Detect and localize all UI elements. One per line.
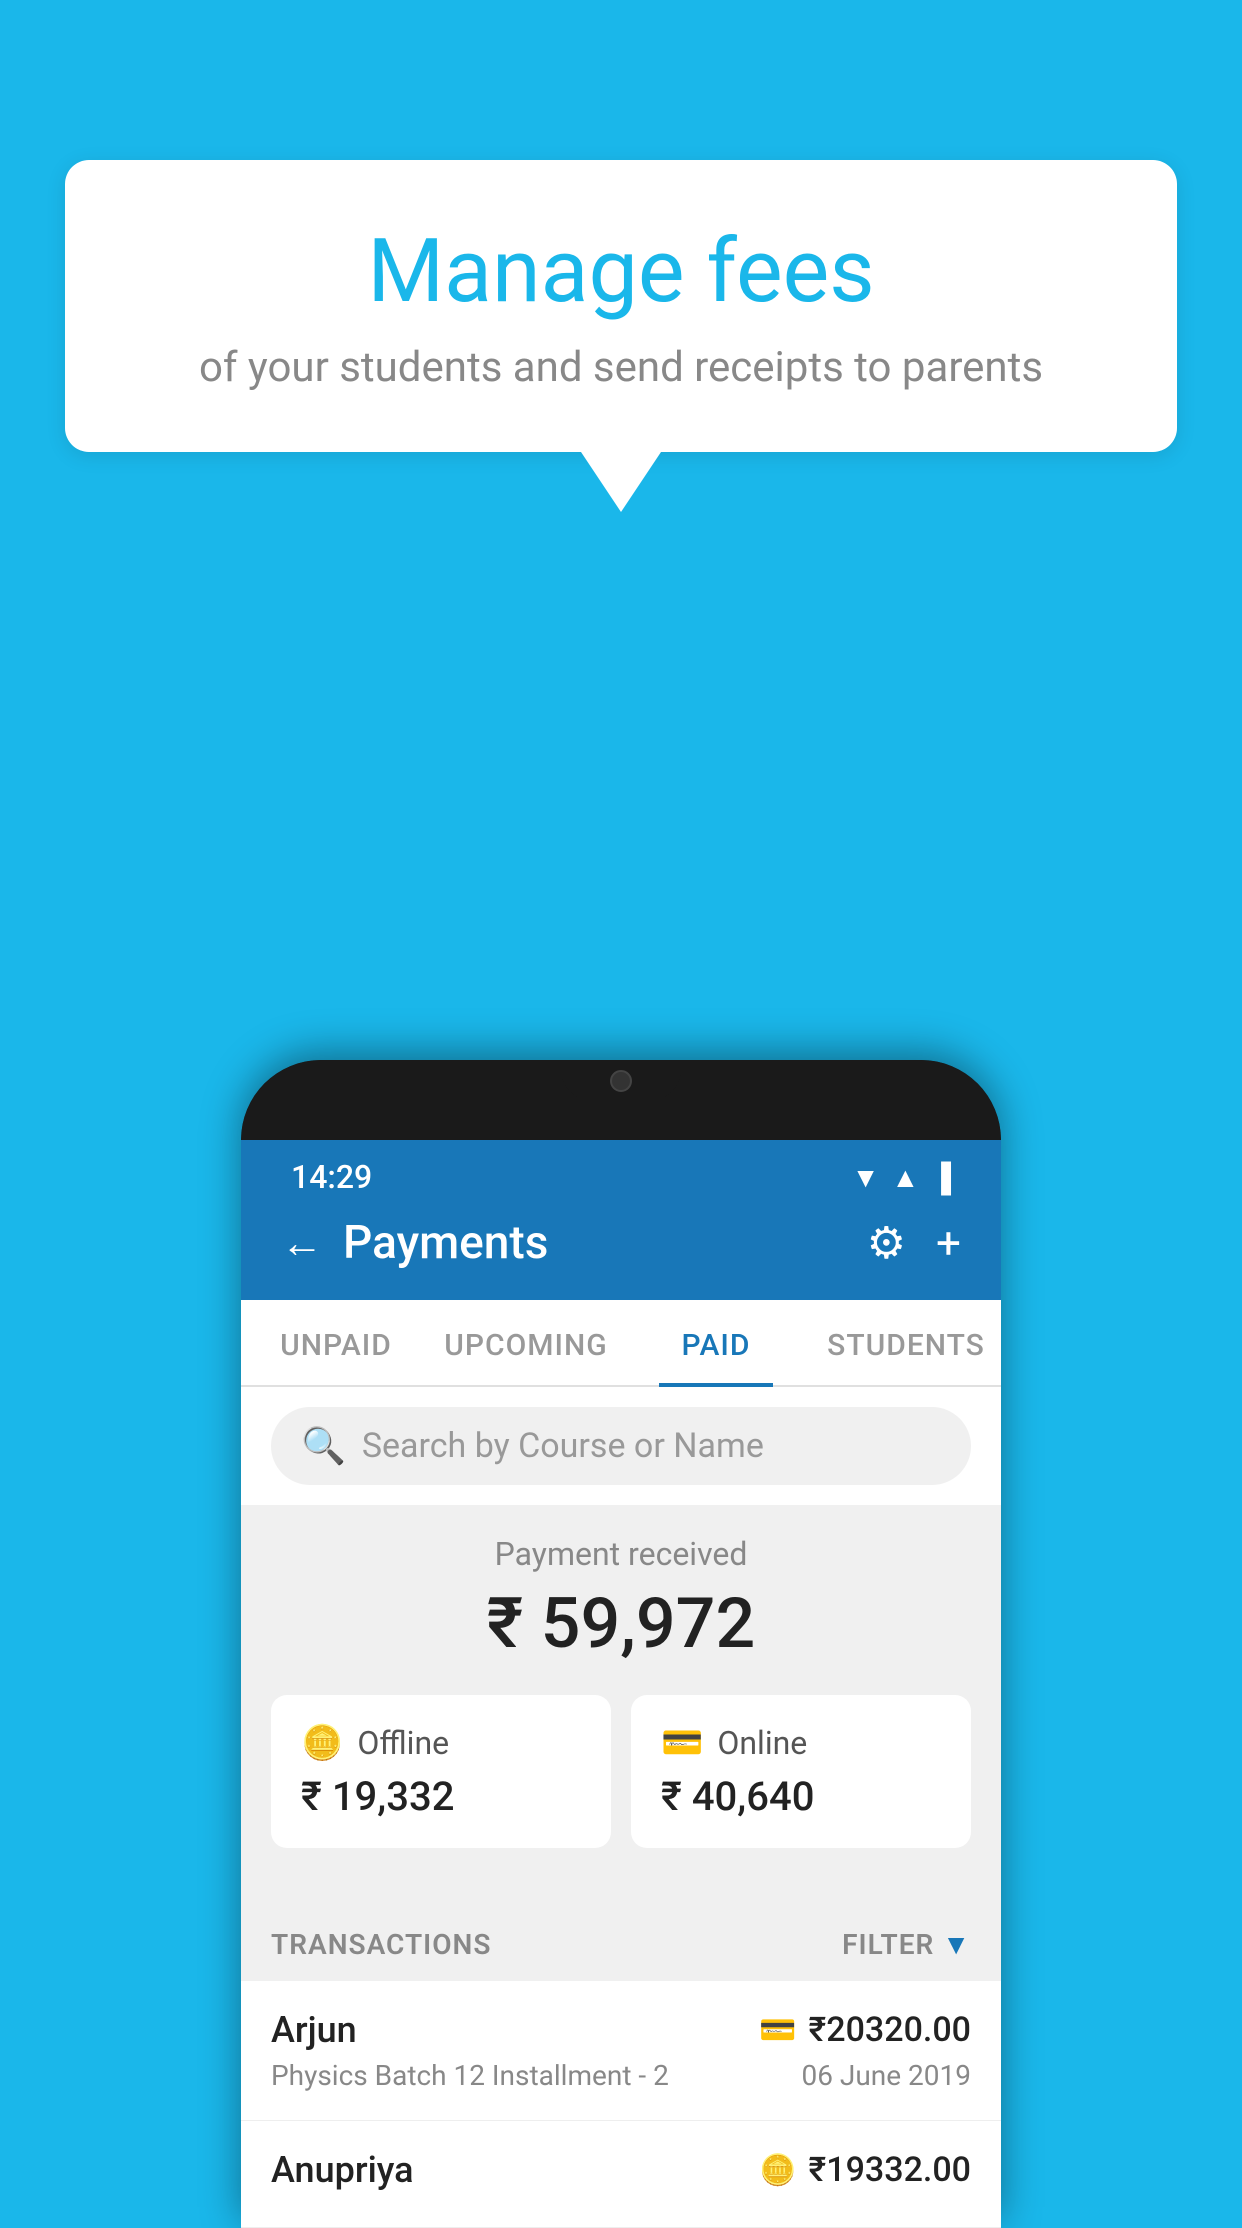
transaction-amount-row: 🪙 ₹19332.00 [759, 2150, 971, 2190]
phone-frame: 14:29 ▼ ▲ ▐ ← Payments ⚙ + UNPAID [241, 1060, 1001, 2228]
add-icon[interactable]: + [936, 1217, 961, 1269]
tab-students[interactable]: STUDENTS [811, 1300, 1001, 1385]
online-card: 💳 Online ₹ 40,640 [631, 1695, 971, 1848]
status-time: 14:29 [291, 1158, 372, 1196]
search-input[interactable]: Search by Course or Name [362, 1426, 764, 1466]
speech-bubble-wrapper: Manage fees of your students and send re… [65, 160, 1177, 512]
card-payment-icon: 💳 [759, 2013, 796, 2048]
transaction-top: Anupriya 🪙 ₹19332.00 [271, 2149, 971, 2191]
header-right: ⚙ + [867, 1217, 961, 1269]
online-card-header: 💳 Online [661, 1723, 941, 1763]
speech-bubble-title: Manage fees [145, 220, 1097, 323]
tab-paid[interactable]: PAID [621, 1300, 811, 1385]
payment-cards-row: 🪙 Offline ₹ 19,332 💳 Online ₹ 40,640 [241, 1695, 1001, 1878]
transaction-top: Arjun 💳 ₹20320.00 [271, 2009, 971, 2051]
payment-received-amount: ₹ 59,972 [241, 1583, 1001, 1665]
filter-icon: ▼ [942, 1928, 971, 1961]
offline-card: 🪙 Offline ₹ 19,332 [271, 1695, 611, 1848]
cash-payment-icon: 🪙 [759, 2153, 796, 2188]
tab-upcoming[interactable]: UPCOMING [431, 1300, 621, 1385]
transaction-name: Anupriya [271, 2149, 414, 2191]
transaction-amount-row: 💳 ₹20320.00 [759, 2010, 971, 2050]
transaction-amount: ₹20320.00 [809, 2010, 971, 2050]
payment-received-label: Payment received [241, 1535, 1001, 1573]
phone-camera [610, 1070, 632, 1092]
transaction-bottom: Physics Batch 12 Installment - 2 06 June… [271, 2059, 971, 2092]
transactions-header: TRANSACTIONS FILTER ▼ [241, 1908, 1001, 1981]
transaction-course: Physics Batch 12 Installment - 2 [271, 2059, 669, 2092]
speech-bubble-subtitle: of your students and send receipts to pa… [145, 343, 1097, 392]
filter-button[interactable]: FILTER ▼ [842, 1928, 971, 1961]
table-row[interactable]: Arjun 💳 ₹20320.00 Physics Batch 12 Insta… [241, 1981, 1001, 2121]
app-screen: 14:29 ▼ ▲ ▐ ← Payments ⚙ + UNPAID [241, 1140, 1001, 2228]
status-icons: ▼ ▲ ▐ [852, 1161, 951, 1194]
speech-bubble-arrow [581, 452, 661, 512]
online-label: Online [717, 1724, 807, 1762]
header-left: ← Payments [281, 1216, 548, 1270]
status-bar: 14:29 ▼ ▲ ▐ [241, 1140, 1001, 1196]
wifi-icon: ▼ [852, 1161, 880, 1194]
online-icon: 💳 [661, 1723, 703, 1763]
settings-icon[interactable]: ⚙ [867, 1217, 906, 1269]
tab-unpaid[interactable]: UNPAID [241, 1300, 431, 1385]
offline-card-header: 🪙 Offline [301, 1723, 581, 1763]
app-header: ← Payments ⚙ + [241, 1196, 1001, 1300]
search-bar[interactable]: 🔍 Search by Course or Name [271, 1407, 971, 1485]
offline-icon: 🪙 [301, 1723, 343, 1763]
tabs-bar: UNPAID UPCOMING PAID STUDENTS [241, 1300, 1001, 1387]
search-icon: 🔍 [301, 1425, 346, 1467]
transaction-name: Arjun [271, 2009, 357, 2051]
table-row[interactable]: Anupriya 🪙 ₹19332.00 [241, 2121, 1001, 2228]
transaction-amount: ₹19332.00 [809, 2150, 971, 2190]
signal-icon: ▲ [891, 1161, 919, 1194]
offline-label: Offline [357, 1724, 449, 1762]
transactions-label: TRANSACTIONS [271, 1928, 491, 1961]
offline-amount: ₹ 19,332 [301, 1773, 581, 1820]
page-title: Payments [343, 1216, 548, 1270]
online-amount: ₹ 40,640 [661, 1773, 941, 1820]
back-button[interactable]: ← [281, 1219, 323, 1268]
speech-bubble: Manage fees of your students and send re… [65, 160, 1177, 452]
battery-icon: ▐ [931, 1161, 951, 1194]
phone-top-bar [241, 1060, 1001, 1140]
transaction-date: 06 June 2019 [801, 2059, 971, 2092]
search-container: 🔍 Search by Course or Name [241, 1387, 1001, 1505]
payment-received-section: Payment received ₹ 59,972 🪙 Offline ₹ 19… [241, 1505, 1001, 1908]
